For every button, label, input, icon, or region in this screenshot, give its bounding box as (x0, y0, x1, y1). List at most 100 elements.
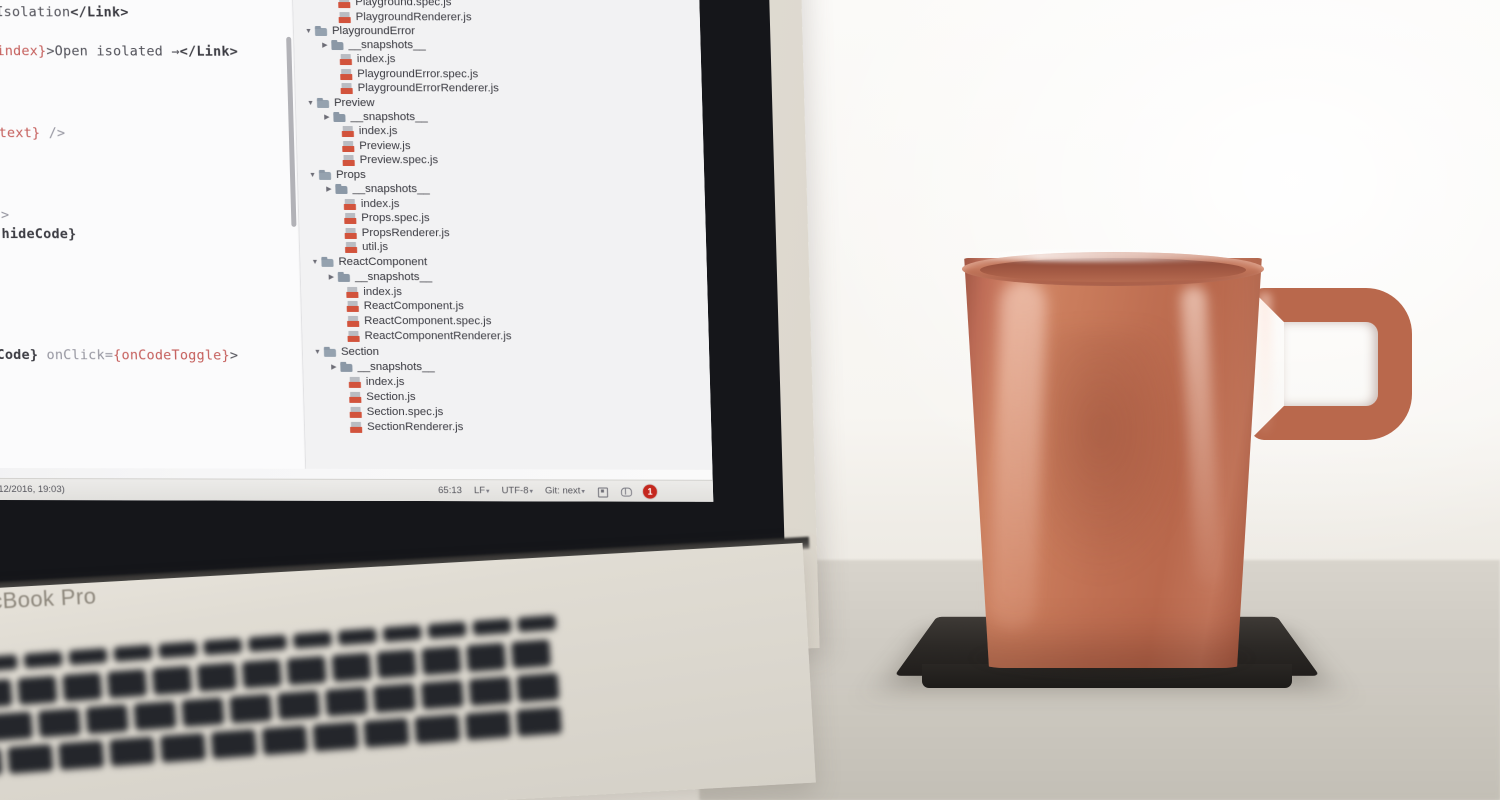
tree-folder-item[interactable]: ▼ Section (303, 345, 704, 361)
keyboard-key[interactable] (7, 744, 54, 774)
keyboard-key[interactable] (517, 614, 557, 632)
keyboard-key[interactable] (472, 618, 512, 635)
tree-file-item[interactable]: ▶index.js (304, 375, 705, 391)
chevron-down-icon[interactable]: ▼ (308, 171, 317, 180)
file-tree-pane[interactable]: ▶Markdown.spec.js▼Message▶__snapshots__▶… (289, 0, 713, 470)
tree-file-item[interactable]: ▶SectionRenderer.js (305, 420, 706, 436)
keyboard-key[interactable] (421, 646, 462, 675)
chevron-right-icon[interactable]: ▶ (329, 363, 338, 372)
keyboard-key[interactable] (58, 740, 105, 770)
tree-file-item[interactable]: ▶Section.spec.js (304, 405, 705, 421)
chevron-right-icon[interactable]: ▶ (324, 185, 333, 194)
keyboard-key[interactable] (292, 631, 332, 649)
keyboard-key[interactable] (331, 652, 372, 682)
keyboard-key[interactable] (0, 654, 18, 672)
keyboard-key[interactable] (376, 649, 417, 679)
keyboard-key[interactable] (158, 641, 198, 659)
tree-file-item[interactable]: ▶ReactComponent.js (301, 299, 702, 315)
keyboard-key[interactable] (0, 678, 13, 708)
chevron-down-icon[interactable]: ▼ (310, 258, 319, 267)
line-ending-selector[interactable]: LF▾ (474, 485, 490, 496)
chevron-right-icon[interactable]: ▶ (327, 273, 336, 282)
keyboard-key[interactable] (37, 708, 81, 737)
tree-file-item[interactable]: ▶Section.js (304, 390, 705, 406)
keyboard-key[interactable] (62, 672, 103, 702)
javascript-file-icon (342, 155, 355, 166)
encoding-selector[interactable]: UTF-8▾ (501, 485, 533, 496)
keyboard-key[interactable] (414, 714, 461, 744)
keyboard-key[interactable] (107, 669, 148, 698)
problem-count-badge[interactable]: 1 (642, 484, 658, 499)
keyboard-key[interactable] (23, 651, 63, 668)
keyboard-key[interactable] (466, 642, 507, 672)
keyboard-key[interactable] (133, 701, 177, 730)
tree-file-item[interactable]: ▶ReactComponent.spec.js (302, 314, 703, 330)
keyboard-key[interactable] (277, 690, 321, 720)
chevron-down-icon[interactable]: ▼ (304, 27, 313, 36)
keyboard-key[interactable] (248, 634, 287, 652)
tree-file-item[interactable]: ▶index.js (297, 124, 698, 140)
keyboard-key[interactable] (516, 672, 560, 702)
keyboard-key[interactable] (0, 747, 3, 778)
tree-file-item[interactable]: ▶ReactComponentRenderer.js (302, 329, 703, 345)
keyboard-key[interactable] (372, 683, 416, 713)
keyboard-key[interactable] (196, 662, 237, 692)
code-line: lasses.showCode} onClick={onCodeToggle}> (0, 347, 238, 364)
chevron-down-icon: ▾ (581, 488, 586, 496)
chevron-down-icon: ▾ (529, 488, 534, 496)
code-editor-pane[interactable]: ink}>ame}>← Exit Isolation</Link>ame + '… (0, 0, 305, 469)
keyboard-key[interactable] (516, 706, 562, 736)
javascript-file-icon (350, 422, 363, 433)
cursor-position-indicator[interactable]: 65:13 (438, 485, 462, 496)
tree-item-label: index.js (360, 197, 400, 210)
tree-item-label: PlaygroundErrorRenderer.js (357, 81, 500, 95)
keyboard-key[interactable] (241, 659, 282, 688)
tree-item-label: ReactComponent.js (363, 299, 464, 312)
keyboard-key[interactable] (382, 624, 422, 642)
tree-file-item[interactable]: ▶Playground.spec.js (293, 0, 694, 11)
keyboard-key[interactable] (286, 655, 327, 685)
keyboard-key[interactable] (261, 725, 308, 755)
tree-file-item[interactable]: ▶index.js (295, 52, 696, 68)
keyboard-key[interactable] (17, 675, 58, 705)
keyboard-key[interactable] (511, 639, 551, 669)
keyboard-key[interactable] (68, 647, 108, 665)
keyboard-key[interactable] (363, 718, 410, 748)
chevron-down-icon[interactable]: ▼ (306, 99, 315, 108)
chevron-down-icon[interactable]: ▼ (313, 348, 322, 357)
chevron-right-icon[interactable]: ▶ (320, 41, 329, 50)
keyboard-key[interactable] (465, 710, 512, 740)
javascript-file-icon (344, 199, 357, 210)
git-branch-selector[interactable]: Git: next▾ (545, 485, 585, 496)
bug-icon[interactable] (620, 486, 631, 497)
keyboard-key[interactable] (203, 637, 243, 655)
keyboard-key[interactable] (312, 721, 359, 751)
keyboard-key[interactable] (160, 732, 206, 763)
keyboard-key[interactable] (337, 628, 377, 645)
tree-item-label: Props.spec.js (361, 211, 430, 224)
tree-folder-item[interactable]: ▼ ReactComponent (300, 255, 701, 271)
tree-file-item[interactable]: ▶Props.spec.js (299, 211, 700, 227)
tree-folder-item[interactable]: ▶ __snapshots__ (303, 360, 704, 376)
box-icon[interactable] (597, 486, 608, 497)
keyboard-key[interactable] (113, 644, 153, 662)
tree-folder-item[interactable]: ▶ __snapshots__ (298, 182, 699, 198)
keyboard-key[interactable] (109, 736, 155, 766)
chevron-right-icon[interactable]: ▶ (322, 113, 331, 122)
keyboard-key[interactable] (427, 621, 467, 639)
keyboard-key[interactable] (210, 729, 257, 759)
keyboard-key[interactable] (85, 704, 129, 734)
tree-file-item[interactable]: ▶PlaygroundErrorRenderer.js (295, 81, 696, 97)
keyboard-key[interactable] (229, 693, 273, 723)
keyboard-key[interactable] (152, 665, 192, 695)
keyboard-key[interactable] (0, 711, 33, 741)
keyboard-key[interactable] (181, 697, 225, 727)
tree-file-item[interactable]: ▶Preview.spec.js (297, 153, 698, 169)
tree-file-item[interactable]: ▶util.js (300, 240, 701, 256)
code-token: >← Exit Isolation (0, 4, 71, 21)
keyboard-key[interactable] (468, 676, 512, 706)
tree-item-label: __snapshots__ (348, 38, 426, 51)
keyboard-key[interactable] (420, 679, 464, 709)
tree-folder-item[interactable]: ▶ __snapshots__ (301, 270, 702, 286)
keyboard-key[interactable] (325, 686, 368, 716)
